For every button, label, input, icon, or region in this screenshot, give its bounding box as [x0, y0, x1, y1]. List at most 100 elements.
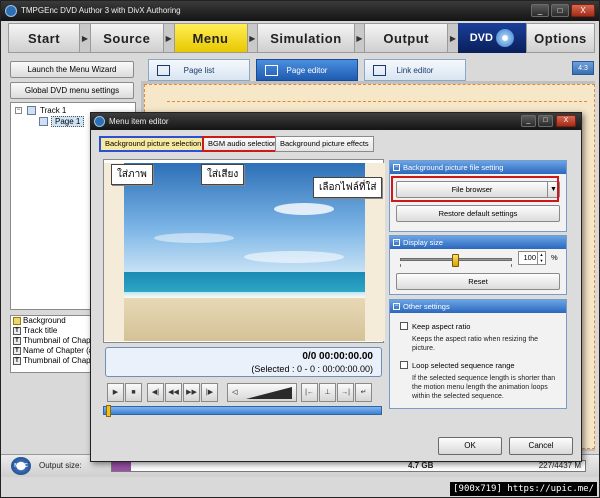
aspect-ratio-badge[interactable]: 4:3	[572, 61, 594, 75]
speaker-icon: ◁	[232, 389, 238, 396]
return-button[interactable]: ↵	[355, 383, 372, 402]
tab-page-editor[interactable]: Page editor	[256, 59, 358, 81]
page-icon	[39, 117, 48, 126]
callout-add-picture: ใส่ภาพ	[111, 164, 153, 185]
timeline-seekbar[interactable]	[103, 405, 382, 417]
editor-tabs: Page list Page editor Link editor 4:3	[148, 59, 594, 81]
set-cut-button[interactable]: ⊥	[319, 383, 336, 402]
preview-margin	[104, 163, 124, 341]
percent-unit: %	[551, 253, 558, 262]
tree-item-page[interactable]: Page 1	[51, 116, 85, 127]
keep-aspect-ratio-checkbox[interactable]	[400, 322, 408, 330]
loop-selected-range-label: Loop selected sequence range	[412, 361, 515, 370]
seek-thumb[interactable]	[106, 405, 111, 417]
collapse-icon[interactable]: −	[393, 164, 400, 171]
tree-item-track[interactable]: Track 1	[40, 106, 66, 115]
step-arrow-icon: ▶	[163, 23, 174, 53]
volume-level-icon	[246, 387, 292, 399]
step-source[interactable]: Source	[89, 23, 164, 53]
step-options[interactable]: Options	[525, 23, 596, 53]
step-arrow-icon: ▶	[247, 23, 258, 53]
panel-header: − Display size	[390, 236, 566, 249]
step-arrow-icon: ▶	[354, 23, 365, 53]
text-item-icon: T	[13, 327, 21, 335]
next-frame-button[interactable]: |▶	[201, 383, 218, 402]
ok-button[interactable]: OK	[438, 437, 502, 455]
callout-add-audio: ใส่เสียง	[201, 164, 245, 185]
restore-default-settings-button[interactable]: Restore default settings	[396, 205, 560, 222]
display-size-input[interactable]: 100 ▲ ▼	[518, 251, 546, 265]
set-start-button[interactable]: |←	[301, 383, 318, 402]
dialog-close-button[interactable]: X	[556, 115, 576, 127]
app-window: TMPGEnc DVD Author 3 with DivX Authoring…	[0, 0, 600, 498]
link-editor-icon	[373, 65, 386, 76]
reset-button[interactable]: Reset	[396, 273, 560, 290]
previous-frame-button[interactable]: ◀|	[147, 383, 164, 402]
tab-page-list[interactable]: Page list	[148, 59, 250, 81]
dvd-step[interactable]: DVD	[457, 23, 526, 53]
stop-button[interactable]: ■	[125, 383, 142, 402]
volume-control[interactable]: ◁	[227, 383, 297, 402]
step-arrow-icon: ▶	[80, 23, 90, 53]
step-output[interactable]: Output	[364, 23, 449, 53]
cloud	[244, 251, 344, 263]
panel-header: − Background picture file setting	[390, 161, 566, 174]
output-size-label: Output size:	[39, 461, 82, 470]
app-logo-icon	[94, 116, 105, 127]
collapse-icon[interactable]: −	[15, 107, 22, 114]
output-size-fill	[112, 461, 131, 471]
dialog-title-bar: Menu item editor _ □ X	[91, 113, 581, 130]
dialog-minimize-button[interactable]: _	[521, 115, 536, 127]
close-button[interactable]: X	[571, 4, 595, 17]
step-arrow-icon: ▶	[448, 23, 458, 53]
loop-selected-range-checkbox[interactable]	[400, 361, 408, 369]
launch-menu-wizard-button[interactable]: Launch the Menu Wizard	[10, 61, 134, 78]
rewind-button[interactable]: ◀◀	[165, 383, 182, 402]
tab-link-editor[interactable]: Link editor	[364, 59, 466, 81]
tab-background-picture-effects[interactable]: Background picture effects	[275, 136, 374, 152]
tab-background-picture-selection[interactable]: Background picture selection	[99, 136, 208, 152]
title-bar: TMPGEnc DVD Author 3 with DivX Authoring…	[1, 1, 599, 21]
step-start[interactable]: Start	[8, 23, 81, 53]
track-icon	[27, 106, 36, 115]
dialog-maximize-button[interactable]: □	[538, 115, 553, 127]
text-item-icon: T	[13, 337, 21, 345]
step-menu[interactable]: Menu	[173, 23, 248, 53]
file-browser-highlight	[391, 176, 559, 202]
tab-bgm-audio-selection[interactable]: BGM audio selection	[202, 136, 284, 152]
collapse-icon[interactable]: −	[393, 239, 400, 246]
panel-header: − Other settings	[390, 300, 566, 313]
dvd-label: DVD	[469, 32, 493, 44]
loop-selected-range-description: If the selected sequence length is short…	[412, 375, 556, 400]
output-minutes: 227/4437 M	[538, 461, 581, 470]
disc-icon	[495, 29, 514, 47]
watermark: [900x719] https://upic.me/	[450, 482, 597, 496]
disc-capacity: 4.7 GB	[408, 461, 434, 470]
text-item-icon: T	[13, 347, 21, 355]
minimize-button[interactable]: _	[531, 4, 549, 17]
keep-aspect-ratio-description: Keeps the aspect ratio when resizing the…	[412, 336, 539, 352]
slider-ticks	[400, 264, 512, 267]
step-simulation[interactable]: Simulation	[257, 23, 355, 53]
collapse-icon[interactable]: −	[393, 303, 400, 310]
keep-aspect-ratio-label: Keep aspect ratio	[412, 322, 471, 331]
spin-arrows-icon[interactable]: ▲ ▼	[537, 252, 545, 264]
maximize-button[interactable]: □	[551, 4, 569, 17]
menu-item-editor-dialog: Menu item editor _ □ X Background pictur…	[90, 112, 582, 462]
callout-choose-file: เลือกไฟล์ที่ใส่	[313, 177, 383, 198]
display-size-slider[interactable]	[400, 254, 512, 267]
global-dvd-menu-settings-button[interactable]: Global DVD menu settings	[10, 82, 134, 99]
page-editor-icon	[265, 65, 278, 76]
fast-forward-button[interactable]: ▶▶	[183, 383, 200, 402]
play-button[interactable]: ▶	[107, 383, 124, 402]
set-end-button[interactable]: →|	[337, 383, 354, 402]
text-item-icon: T	[13, 357, 21, 365]
display-size-panel: − Display size 100 ▲ ▼ % Reset	[389, 235, 567, 295]
timecode-selection: (Selected : 0 - 0 : 00:00:00.00)	[251, 364, 373, 374]
cancel-button[interactable]: Cancel	[509, 437, 573, 455]
other-settings-panel: − Other settings Keep aspect ratio Keeps…	[389, 299, 567, 409]
cloud	[274, 203, 334, 215]
page-list-icon	[157, 65, 170, 76]
dialog-title: Menu item editor	[109, 117, 169, 126]
cloud	[154, 233, 234, 243]
